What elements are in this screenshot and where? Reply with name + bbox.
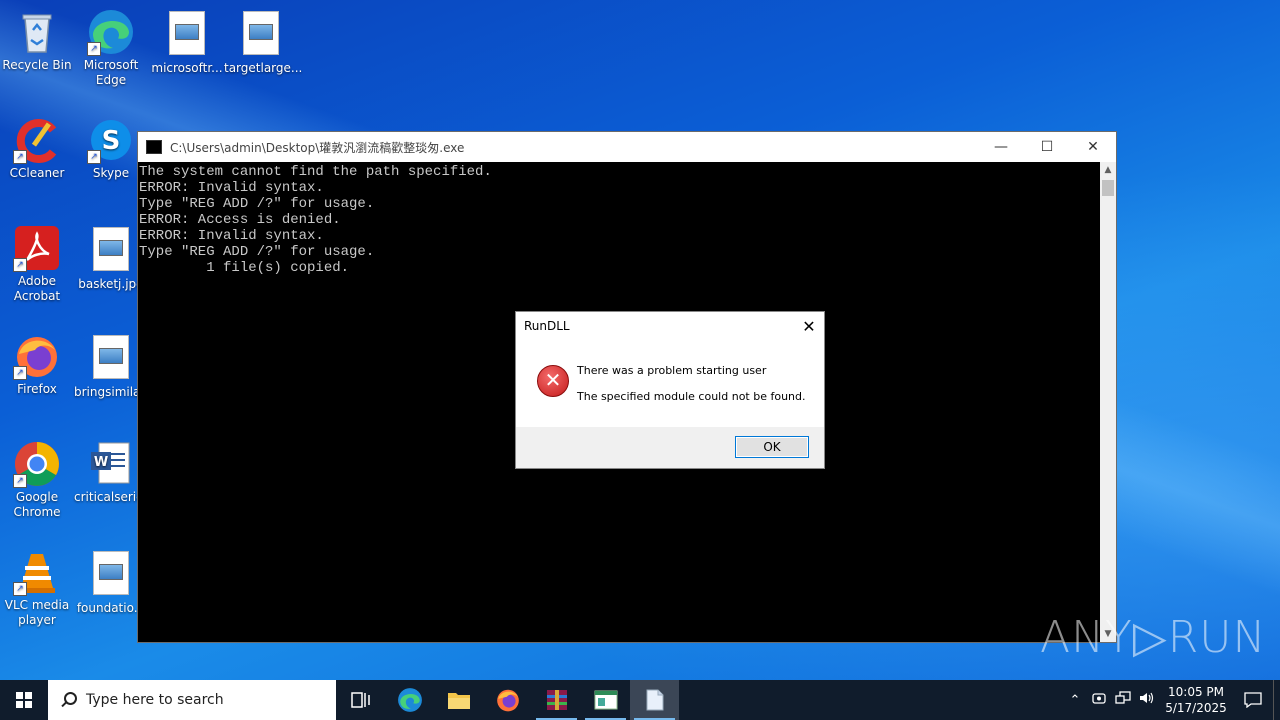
dialog-title-bar[interactable]: RunDLL ✕ (516, 312, 824, 340)
dialog-message-secondary: The specified module could not be found. (577, 390, 806, 403)
dialog-title: RunDLL (524, 319, 570, 333)
folder-icon (447, 693, 470, 709)
start-button[interactable] (0, 680, 48, 720)
console-line: The system cannot find the path specifie… (139, 164, 492, 180)
desktop-icon-label: VLC media player (4, 598, 70, 627)
document-icon (646, 689, 663, 711)
anyrun-watermark: ANY▷RUN (1040, 612, 1267, 663)
desktop-icon-microsoft-edge[interactable]: ↗ Microsoft Edge (74, 8, 148, 88)
desktop-icon-recycle-bin[interactable]: Recycle Bin (0, 8, 74, 73)
shortcut-arrow-icon: ↗ (87, 42, 101, 56)
desktop-icon-label: Microsoft Edge (83, 58, 139, 87)
console-line: Type "REG ADD /?" for usage. (139, 196, 375, 212)
shortcut-arrow-icon: ↗ (13, 582, 27, 596)
desktop-icon-label: microsoftr... (151, 61, 223, 75)
desktop-icon-label: Recycle Bin (2, 58, 72, 72)
chevron-up-icon[interactable]: ⌃ (1063, 693, 1087, 708)
taskbar: Type here to search ⌃ 10:05 PM 5/17/2025 (0, 680, 1280, 720)
image-file-icon (237, 11, 285, 59)
word-doc-icon: W (87, 440, 135, 488)
chrome-icon: ↗ (13, 440, 61, 488)
desktop-icon-google-chrome[interactable]: ↗ Google Chrome (0, 440, 74, 520)
ok-button[interactable]: OK (735, 436, 809, 458)
taskbar-winrar[interactable] (532, 680, 581, 720)
taskbar-firefox[interactable] (483, 680, 532, 720)
acrobat-icon: ↗ (13, 224, 61, 272)
desktop-icon-label: targetlarge... (224, 61, 303, 75)
desktop-icon-vlc[interactable]: ↗ VLC media player (0, 548, 74, 628)
search-icon (60, 692, 77, 708)
console-window-title: C:\Users\admin\Desktop\瓘敦汎瀏流稿歡整琰匆.exe (170, 140, 465, 155)
console-line: ERROR: Invalid syntax. (139, 228, 324, 244)
desktop-icon-label: CCleaner (9, 166, 65, 180)
skype-icon: S ↗ (87, 116, 135, 164)
shortcut-arrow-icon: ↗ (13, 366, 27, 380)
winrar-icon (546, 690, 567, 710)
task-view-button[interactable] (336, 680, 385, 720)
desktop-icon-label: Firefox (17, 382, 57, 396)
taskbar-edge[interactable] (385, 680, 434, 720)
system-tray: ⌃ 10:05 PM 5/17/2025 (1063, 680, 1280, 720)
clock-date: 5/17/2025 (1165, 701, 1227, 715)
svg-text:S: S (102, 126, 121, 156)
desktop-icon-ccleaner[interactable]: ↗ CCleaner (0, 116, 74, 181)
dialog-close-button[interactable]: ✕ (794, 312, 824, 340)
error-icon: ✕ (537, 365, 569, 397)
close-button[interactable]: ✕ (1070, 132, 1116, 162)
shortcut-arrow-icon: ↗ (13, 258, 27, 272)
meet-now-icon[interactable] (1087, 691, 1111, 709)
scroll-up-arrow-icon[interactable]: ▲ (1100, 162, 1116, 178)
maximize-button[interactable]: ☐ (1024, 132, 1070, 162)
volume-icon[interactable] (1135, 691, 1159, 709)
taskbar-console[interactable] (630, 680, 679, 720)
rundll-dialog[interactable]: RunDLL ✕ ✕ There was a problem starting … (515, 311, 825, 469)
dialog-footer: OK (516, 427, 824, 468)
console-line: ERROR: Access is denied. (139, 212, 341, 228)
firefox-icon: ↗ (13, 332, 61, 380)
clock-time: 10:05 PM (1168, 685, 1224, 699)
notification-center-button[interactable] (1233, 680, 1273, 720)
windows-logo-icon (16, 692, 32, 708)
image-file-icon (87, 335, 135, 383)
firefox-icon (496, 689, 519, 712)
image-file-icon (163, 11, 211, 59)
vlc-icon: ↗ (13, 548, 61, 596)
app-window-icon (594, 690, 617, 710)
image-file-icon (87, 551, 135, 599)
taskbar-clock[interactable]: 10:05 PM 5/17/2025 (1159, 684, 1233, 716)
scrollbar-thumb[interactable] (1102, 180, 1114, 196)
desktop-icon-adobe-acrobat[interactable]: ↗ Adobe Acrobat (0, 224, 74, 304)
notification-icon (1244, 692, 1262, 708)
recycle-bin-icon (13, 8, 61, 56)
image-file-icon (87, 227, 135, 275)
taskbar-app-window[interactable] (581, 680, 630, 720)
edge-icon: ↗ (87, 8, 135, 56)
search-placeholder: Type here to search (86, 692, 224, 708)
taskbar-file-explorer[interactable] (434, 680, 483, 720)
desktop-icon-label: Adobe Acrobat (13, 274, 61, 303)
dialog-message-primary: There was a problem starting user (577, 364, 767, 377)
svg-text:W: W (94, 455, 108, 470)
desktop-icon-microsoftr[interactable]: microsoftr... (150, 8, 224, 76)
console-line: 1 file(s) copied. (139, 260, 350, 276)
shortcut-arrow-icon: ↗ (87, 150, 101, 164)
console-title-bar[interactable]: C:\Users\admin\Desktop\瓘敦汎瀏流稿歡整琰匆.exe — … (138, 132, 1116, 162)
edge-icon (397, 688, 422, 712)
shortcut-arrow-icon: ↗ (13, 150, 27, 164)
desktop-icon-firefox[interactable]: ↗ Firefox (0, 332, 74, 397)
ccleaner-icon: ↗ (13, 116, 61, 164)
network-icon[interactable] (1111, 691, 1135, 709)
minimize-button[interactable]: — (978, 132, 1024, 162)
dialog-body: ✕ There was a problem starting user The … (516, 340, 824, 428)
taskbar-search-box[interactable]: Type here to search (48, 680, 336, 720)
task-view-icon (350, 692, 370, 708)
desktop-icon-label: Google Chrome (13, 490, 61, 519)
show-desktop-button[interactable] (1273, 680, 1280, 720)
console-line: ERROR: Invalid syntax. (139, 180, 324, 196)
console-app-icon (146, 140, 162, 154)
console-line: Type "REG ADD /?" for usage. (139, 244, 375, 260)
shortcut-arrow-icon: ↗ (13, 474, 27, 488)
desktop-icon-targetlarge[interactable]: targetlarge... (224, 8, 303, 76)
console-scrollbar[interactable]: ▲ ▼ (1100, 162, 1116, 642)
